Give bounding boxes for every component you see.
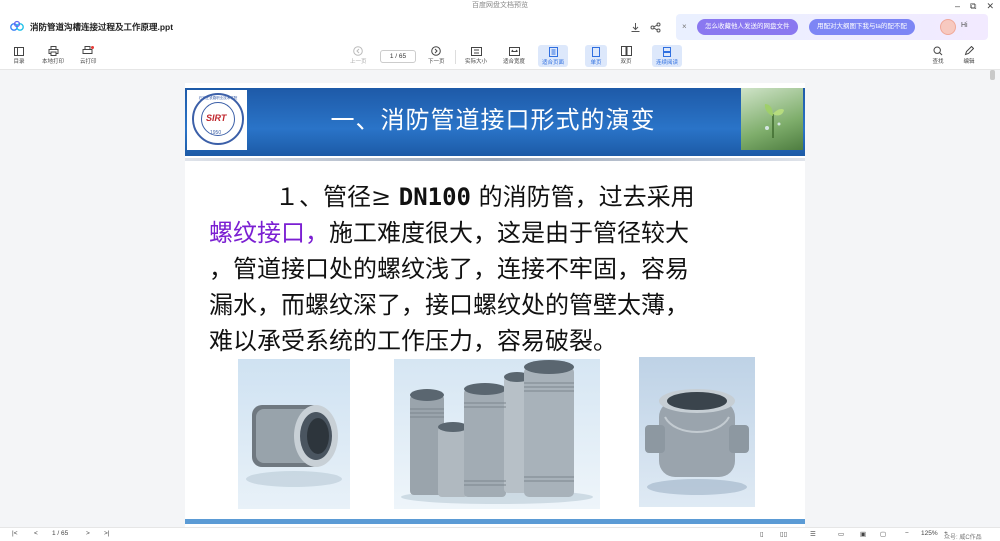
paragraph-line-4: 漏水，而螺纹深了，接口螺纹处的管壁太薄， xyxy=(209,291,689,319)
continuous-read-icon xyxy=(660,46,674,58)
slide-paragraph: １、管径≥ DN100 的消防管，过去采用 螺纹接口，施工难度很大，这是由于管径… xyxy=(209,179,783,359)
pipe-coupling-photo xyxy=(238,359,350,509)
paragraph-line-5: 难以承受系统的工作压力，容易破裂。 xyxy=(209,327,617,355)
scrollbar-thumb[interactable] xyxy=(990,70,995,80)
fit-width-small-icon[interactable]: ▭ xyxy=(838,530,844,538)
page-number-input[interactable]: 1 / 65 xyxy=(380,50,416,63)
school-badge: 石家庄铁路职业技术学院 SIRT 1950 xyxy=(187,90,247,150)
zoom-out-button[interactable]: − xyxy=(905,530,909,537)
cross-fitting-photo xyxy=(639,357,755,507)
prev-page-button[interactable]: 上一页 xyxy=(350,45,367,65)
window-controls: – ⧉ ✕ xyxy=(955,0,994,12)
slide-footer-bar xyxy=(185,519,805,524)
seal-logo-text: SIRT xyxy=(206,113,227,123)
sprout-photo xyxy=(741,88,803,150)
zoom-level: 125% xyxy=(921,530,938,537)
local-print-label: 本地打印 xyxy=(42,59,65,65)
promo-pill-match[interactable]: 用配对大纲图下我与ta的配不配 xyxy=(809,19,915,35)
fit-width-icon xyxy=(507,45,521,57)
prev-circle-icon xyxy=(351,45,365,57)
viewer-toolbar: 目录 本地打印 云打印 上一页 1 / 65 下一页 实际大小 适合宽度 适合页… xyxy=(0,42,1000,70)
actual-size-label: 实际大小 xyxy=(465,59,488,65)
baidu-netdisk-logo-icon xyxy=(10,20,24,31)
status-page-indicator: 1 / 65 xyxy=(52,530,69,537)
vertical-scrollbar[interactable] xyxy=(988,70,1000,527)
toc-icon xyxy=(12,45,26,57)
single-page-button[interactable]: 单页 xyxy=(585,45,607,67)
view-mode-double-icon[interactable]: ▯▯ xyxy=(780,530,787,538)
find-label: 查找 xyxy=(932,59,944,65)
title-underline xyxy=(185,158,805,161)
cloud-print-button[interactable]: 云打印 xyxy=(80,45,97,65)
fit-page-button[interactable]: 适合页面 xyxy=(538,45,569,67)
window-title-bar: 百度网盘文档预览 xyxy=(0,0,1000,12)
search-icon xyxy=(931,45,945,57)
promo-close-icon[interactable]: × xyxy=(682,22,687,31)
close-window-button[interactable]: ✕ xyxy=(986,0,994,12)
fit-page-label: 适合页面 xyxy=(542,60,565,66)
single-page-icon xyxy=(589,46,603,58)
sprout-icon xyxy=(764,104,784,138)
next-page-button[interactable]: 下一页 xyxy=(428,45,445,65)
slide-title: 一、消防管道接口形式的演变 xyxy=(330,106,656,134)
paragraph-line-1: １、管径≥ DN100 的消防管，过去采用 xyxy=(275,183,695,211)
fit-page-icon xyxy=(546,46,560,58)
toolbar-divider xyxy=(455,50,456,64)
seal-year: 1950 xyxy=(210,130,222,136)
continuous-read-button[interactable]: 连续阅读 xyxy=(652,45,683,67)
pencil-icon xyxy=(962,45,976,57)
threaded-nipples-photo xyxy=(394,359,600,509)
actual-size-icon xyxy=(469,45,483,57)
toc-label: 目录 xyxy=(13,59,25,65)
single-page-label: 单页 xyxy=(590,60,602,66)
view-mode-scroll-icon[interactable]: ☰ xyxy=(810,530,816,538)
double-page-icon xyxy=(619,45,633,57)
status-bar: |< < 1 / 65 > >| ▯ ▯▯ ☰ ▭ ▣ ▢ − 125% + 众… xyxy=(0,527,1000,541)
document-title: 消防管道沟槽连接过程及工作原理.ppt xyxy=(30,22,174,32)
find-button[interactable]: 查找 xyxy=(931,45,945,65)
edit-label: 编辑 xyxy=(963,59,975,65)
view-mode-single-icon[interactable]: ▯ xyxy=(760,530,764,538)
promo-pill-collect[interactable]: 怎么收藏他人发送的网盘文件 xyxy=(697,19,798,35)
double-page-button[interactable]: 双页 xyxy=(619,45,633,65)
next-circle-icon xyxy=(429,45,443,57)
seal-ring-text: 石家庄铁路职业技术学院 xyxy=(198,96,238,100)
prev-page-small-button[interactable]: < xyxy=(34,530,38,537)
printer-icon xyxy=(46,45,60,57)
cloud-print-label: 云打印 xyxy=(80,59,97,65)
paragraph-line-2: 螺纹接口，施工难度很大，这是由于管径较大 xyxy=(209,219,689,247)
double-page-label: 双页 xyxy=(620,59,632,65)
edit-button[interactable]: 编辑 xyxy=(962,45,976,65)
actual-size-button[interactable]: 实际大小 xyxy=(465,45,487,65)
actual-size-small-icon[interactable]: ▢ xyxy=(880,530,886,538)
next-page-small-button[interactable]: > xyxy=(86,530,90,537)
toc-button[interactable]: 目录 xyxy=(12,45,26,65)
slide-page: 石家庄铁路职业技术学院 SIRT 1950 一、消防管道接口形式的演变 １、管径… xyxy=(185,83,805,527)
share-icon[interactable] xyxy=(648,20,662,34)
local-print-button[interactable]: 本地打印 xyxy=(42,45,64,65)
fit-width-button[interactable]: 适合宽度 xyxy=(503,45,525,65)
fit-page-small-icon[interactable]: ▣ xyxy=(860,530,866,538)
prev-page-label: 上一页 xyxy=(350,59,367,65)
highlight-threaded-joint: 螺纹接口， xyxy=(209,219,329,247)
user-avatar[interactable] xyxy=(940,19,956,35)
school-seal-logo: 石家庄铁路职业技术学院 SIRT 1950 xyxy=(192,93,244,145)
paragraph-line-3: ，管道接口处的螺纹浅了，连接不牢固，容易 xyxy=(209,255,689,283)
last-page-button[interactable]: >| xyxy=(104,530,109,537)
cloud-printer-icon xyxy=(81,45,95,57)
fit-width-label: 适合宽度 xyxy=(503,59,526,65)
first-page-button[interactable]: |< xyxy=(12,530,17,537)
footer-watermark: 众号: 威C作品 xyxy=(944,535,982,541)
minimize-button[interactable]: – xyxy=(955,0,960,12)
download-icon[interactable] xyxy=(628,20,642,34)
maximize-button[interactable]: ⧉ xyxy=(970,0,976,12)
continuous-read-label: 连续阅读 xyxy=(656,60,679,66)
next-page-label: 下一页 xyxy=(428,59,445,65)
window-title: 百度网盘文档预览 xyxy=(472,2,528,9)
greeting-label: Hi xyxy=(961,22,968,29)
